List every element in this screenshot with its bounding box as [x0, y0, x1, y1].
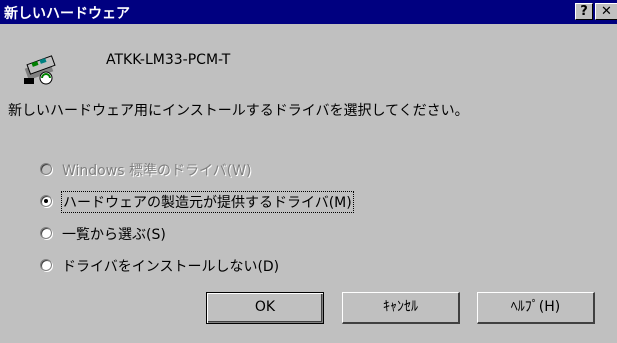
ok-button[interactable]: OK: [206, 292, 324, 324]
device-name: ATKK-LM33-PCM-T: [106, 52, 231, 68]
question-mark-icon: ?: [580, 4, 588, 19]
window-title: 新しいハードウェア: [4, 6, 130, 22]
radio-circle[interactable]: [40, 259, 52, 271]
close-button[interactable]: ✕: [595, 3, 617, 20]
radio-label: ドライバをインストールしない(D): [62, 259, 280, 275]
help-button[interactable]: ﾍﾙﾌﾟ(H): [477, 292, 595, 324]
radio-circle-selected[interactable]: [40, 195, 52, 207]
radio-circle: [40, 163, 52, 175]
radio-label: Windows 標準のドライバ(W): [62, 163, 252, 179]
close-icon: ✕: [601, 4, 612, 19]
instruction-text: 新しいハードウェア用にインストールするドライバを選択してください。: [8, 103, 469, 119]
title-bar[interactable]: 新しいハードウェア ? ✕: [0, 0, 617, 24]
radio-circle[interactable]: [40, 227, 52, 239]
cancel-button[interactable]: ｷｬﾝｾﾙ: [342, 292, 460, 324]
new-hardware-dialog: 新しいハードウェア ? ✕ ATKK-LM33-PCM-T 新しいハードウェア用…: [0, 0, 617, 343]
hardware-device-icon: [24, 55, 56, 85]
radio-label: ハードウェアの製造元が提供するドライバ(M): [61, 191, 354, 213]
help-question-button[interactable]: ?: [575, 3, 593, 20]
radio-label: 一覧から選ぶ(S): [62, 227, 166, 243]
